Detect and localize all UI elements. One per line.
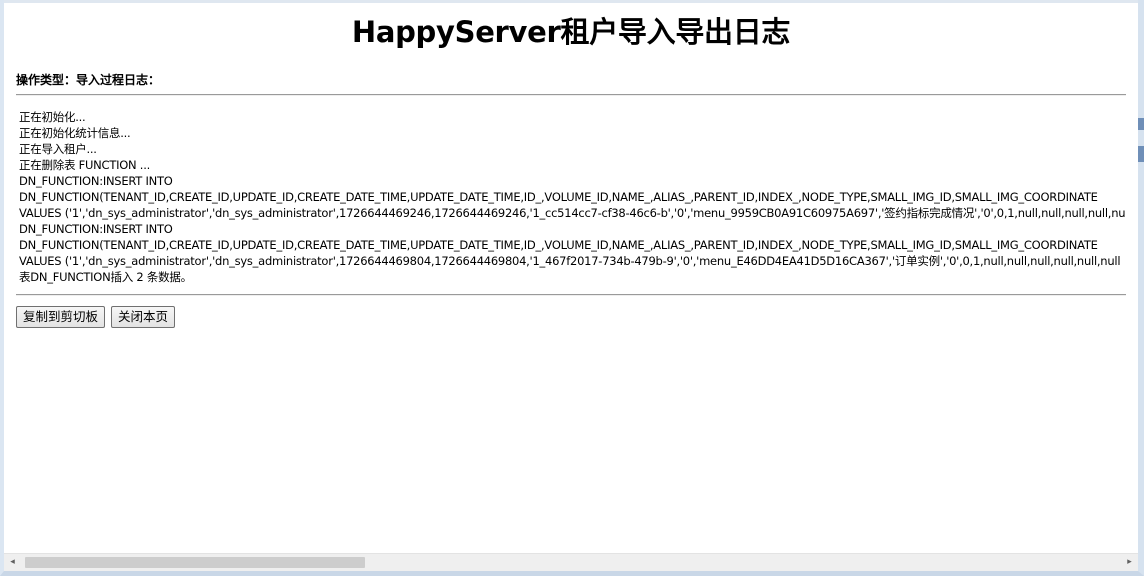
log-line: 正在导入租户...: [19, 142, 97, 156]
log-line: DN_FUNCTION:INSERT INTO: [19, 222, 173, 236]
log-output: 正在初始化... 正在初始化统计信息... 正在导入租户... 正在删除表 FU…: [19, 109, 1126, 285]
log-line: DN_FUNCTION(TENANT_ID,CREATE_ID,UPDATE_I…: [19, 238, 1098, 252]
window-edge-marker: [1138, 146, 1144, 162]
horizontal-scrollbar[interactable]: ◂ ▸: [4, 553, 1138, 571]
operation-type-label: 操作类型：导入过程日志：: [16, 73, 161, 87]
browser-window: HappyServer租户导入导出日志 操作类型：导入过程日志： 正在初始化..…: [0, 0, 1144, 576]
log-line: DN_FUNCTION:INSERT INTO: [19, 174, 173, 188]
close-page-button[interactable]: 关闭本页: [111, 306, 176, 328]
log-line: DN_FUNCTION(TENANT_ID,CREATE_ID,UPDATE_I…: [19, 190, 1098, 204]
log-line: 表DN_FUNCTION插入 2 条数据。: [19, 270, 192, 284]
top-divider: [16, 94, 1126, 96]
log-line: 正在删除表 FUNCTION ...: [19, 158, 151, 172]
scroll-left-arrow-icon[interactable]: ◂: [4, 554, 21, 571]
page-content: HappyServer租户导入导出日志 操作类型：导入过程日志： 正在初始化..…: [16, 0, 1126, 548]
window-edge-marker: [1138, 118, 1144, 130]
log-line: VALUES ('1','dn_sys_administrator','dn_s…: [19, 254, 1121, 268]
copy-to-clipboard-button[interactable]: 复制到剪切板: [16, 306, 106, 328]
scroll-right-arrow-icon[interactable]: ▸: [1121, 554, 1138, 571]
bottom-divider: [16, 294, 1126, 296]
log-line: VALUES ('1','dn_sys_administrator','dn_s…: [19, 206, 1126, 220]
page-title: HappyServer租户导入导出日志: [351, 15, 791, 49]
log-line: 正在初始化...: [19, 110, 86, 124]
scrollbar-thumb[interactable]: [25, 557, 365, 568]
log-line: 正在初始化统计信息...: [19, 126, 131, 140]
button-bar: 复制到剪切板 关闭本页: [16, 306, 176, 328]
